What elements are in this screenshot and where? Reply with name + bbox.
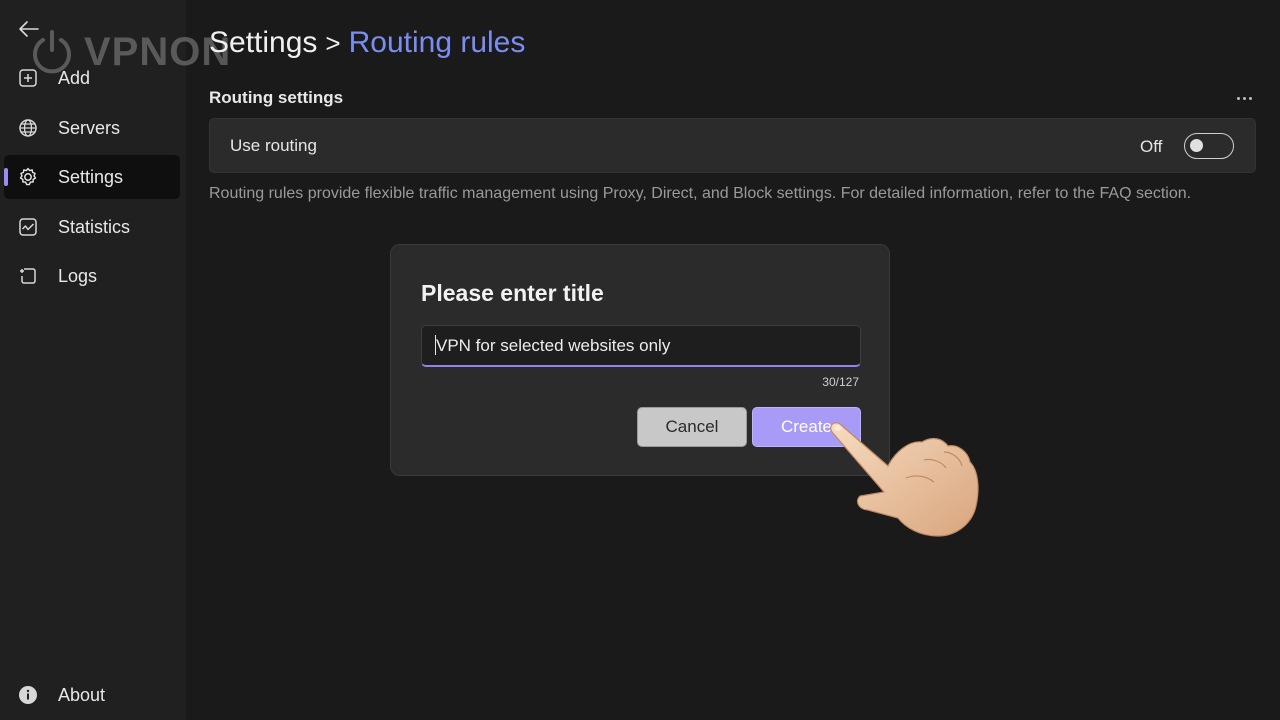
toggle-knob	[1190, 139, 1203, 152]
sidebar-item-label: Logs	[58, 265, 98, 286]
use-routing-label: Use routing	[230, 136, 317, 155]
pointing-hand-icon	[830, 422, 979, 537]
cancel-button[interactable]: Cancel	[637, 407, 747, 447]
sidebar-item-logs[interactable]: Logs	[4, 254, 180, 298]
breadcrumb-separator: >	[325, 28, 341, 58]
log-icon	[16, 264, 40, 288]
sidebar-item-label: Servers	[58, 117, 121, 138]
gear-icon	[16, 165, 40, 189]
page-title: Routing rules	[348, 26, 526, 59]
enter-title-dialog: Please enter title VPN for selected webs…	[390, 244, 890, 476]
app-window: Add Servers Settings Statistics Logs Abo…	[0, 0, 1280, 720]
more-dots-icon	[1236, 96, 1240, 100]
info-icon	[16, 683, 40, 707]
sidebar-item-label: Settings	[58, 166, 124, 187]
title-input[interactable]: VPN for selected websites only	[421, 325, 861, 367]
section-title: Routing settings	[209, 88, 344, 107]
use-routing-card: Use routing Off	[209, 118, 1256, 173]
sidebar-item-label: About	[58, 684, 106, 705]
chart-icon	[16, 215, 40, 239]
power-icon	[33, 30, 71, 74]
sidebar-item-label: Statistics	[58, 216, 131, 237]
globe-icon	[16, 116, 40, 140]
toggle-state-label: Off	[1140, 137, 1163, 156]
app-logo: VPNON	[28, 28, 231, 76]
character-counter: 30/127	[822, 375, 859, 389]
more-options-button[interactable]	[1230, 88, 1258, 108]
sidebar-item-servers[interactable]: Servers	[4, 106, 180, 150]
use-routing-toggle[interactable]	[1184, 133, 1234, 159]
sidebar: Add Servers Settings Statistics Logs Abo…	[0, 0, 186, 720]
breadcrumb-root[interactable]: Settings	[209, 26, 317, 60]
routing-description: Routing rules provide flexible traffic m…	[209, 185, 1192, 202]
dialog-title: Please enter title	[421, 280, 604, 306]
title-input-value: VPN for selected websites only	[436, 336, 671, 355]
breadcrumb: Settings > Routing rules	[209, 26, 525, 60]
sidebar-item-settings[interactable]: Settings	[4, 155, 180, 199]
sidebar-item-about[interactable]: About	[4, 673, 180, 717]
sidebar-item-statistics[interactable]: Statistics	[4, 205, 180, 249]
text-caret	[435, 335, 436, 355]
